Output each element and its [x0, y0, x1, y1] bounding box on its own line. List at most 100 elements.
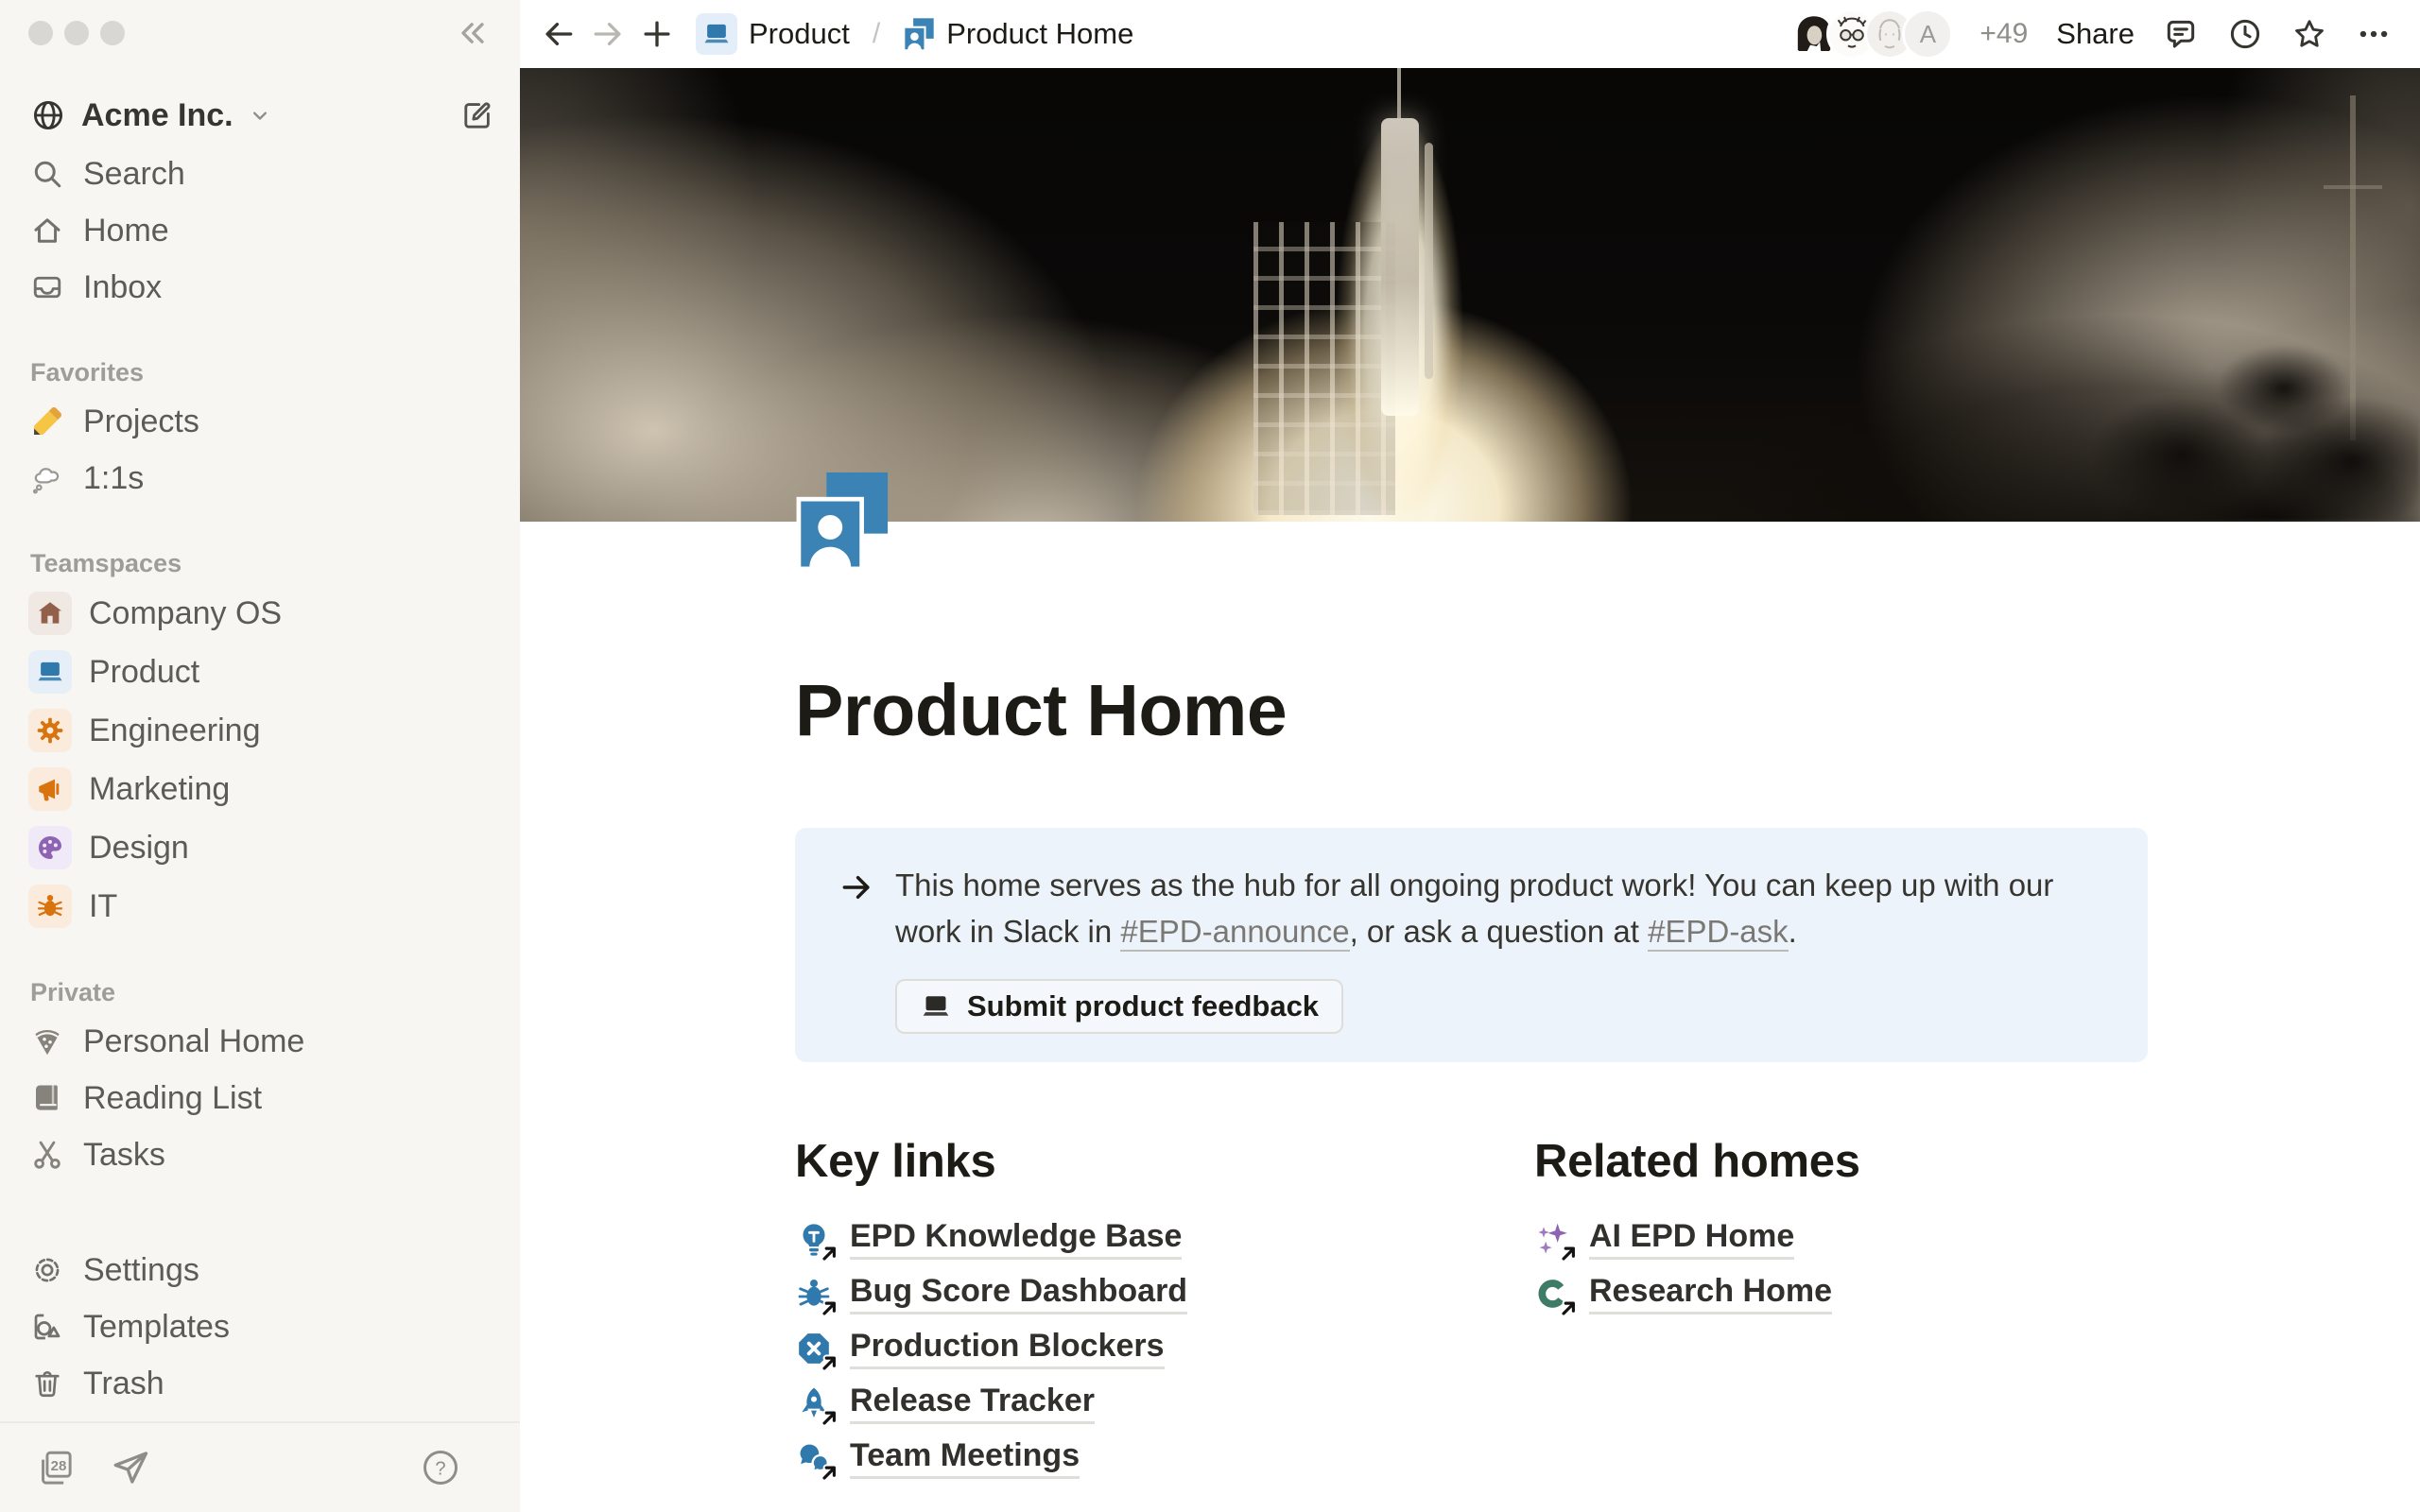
gear-icon — [30, 1253, 64, 1287]
sidebar-item-engineering[interactable]: Engineering — [0, 701, 520, 760]
breadcrumb-label: Product Home — [946, 17, 1133, 51]
lightbulb-icon — [795, 1220, 833, 1258]
comments-icon[interactable] — [2163, 16, 2199, 52]
octagon-x-icon — [795, 1330, 833, 1367]
sidebar-item-label: Inbox — [83, 269, 162, 306]
sidebar-item-marketing[interactable]: Marketing — [0, 760, 520, 818]
help-glyph: ? — [435, 1458, 445, 1479]
link-ai-epd-home[interactable]: AI EPD Home — [1534, 1211, 1860, 1266]
history-clock-icon[interactable] — [2227, 16, 2263, 52]
donut-chart-icon — [1534, 1275, 1572, 1313]
link-label: EPD Knowledge Base — [850, 1218, 1182, 1260]
sidebar-item-home[interactable]: Home — [0, 202, 520, 259]
private-section: Private Personal Home Reading List Tasks — [0, 971, 520, 1183]
link-bug-score-dashboard[interactable]: Bug Score Dashboard — [795, 1266, 1534, 1321]
link-label: Research Home — [1589, 1273, 1832, 1314]
sidebar-item-1-1s[interactable]: 1:1s — [0, 450, 520, 507]
bug-icon — [795, 1275, 833, 1313]
tree-silhouette — [1853, 219, 2420, 522]
sidebar-item-label: Settings — [83, 1252, 199, 1289]
avatar: A — [1902, 9, 1953, 60]
link-research-home[interactable]: Research Home — [1534, 1266, 1860, 1321]
sidebar-footer-nav: Settings Templates Trash — [0, 1242, 520, 1421]
palette-icon — [28, 826, 72, 869]
main-area: Product / Product Home — [520, 0, 2420, 1512]
slack-channel-link[interactable]: #EPD-ask — [1648, 914, 1789, 952]
avatar-stack[interactable]: A — [1790, 9, 1953, 60]
page-title[interactable]: Product Home — [795, 667, 2148, 754]
sidebar-item-reading-list[interactable]: Reading List — [0, 1070, 520, 1126]
sparkles-icon — [1534, 1220, 1572, 1258]
sidebar-item-company-os[interactable]: Company OS — [0, 584, 520, 643]
open-link-arrow-icon — [820, 1297, 840, 1318]
page-icon-contact-card[interactable] — [795, 469, 891, 576]
minimize-window-button[interactable] — [64, 21, 89, 45]
help-icon[interactable]: ? — [420, 1447, 461, 1488]
open-link-arrow-icon — [1559, 1297, 1580, 1318]
link-label: Team Meetings — [850, 1437, 1080, 1479]
calendar-icon[interactable]: 28 — [34, 1447, 76, 1488]
new-page-icon[interactable] — [459, 97, 495, 133]
section-label-private[interactable]: Private — [0, 971, 520, 1013]
link-label: Bug Score Dashboard — [850, 1273, 1187, 1314]
sidebar: Acme Inc. Search Home Inbox Favor — [0, 0, 520, 1512]
link-release-tracker[interactable]: Release Tracker — [795, 1376, 1534, 1431]
sidebar-item-it[interactable]: IT — [0, 877, 520, 936]
sidebar-item-label: Personal Home — [83, 1023, 304, 1060]
link-production-blockers[interactable]: Production Blockers — [795, 1321, 1534, 1376]
related-homes-column: Related homes AI EPD Home Res — [1534, 1134, 1860, 1486]
zoom-window-button[interactable] — [100, 21, 125, 45]
breadcrumb-product[interactable]: Product — [688, 9, 857, 59]
slack-channel-link[interactable]: #EPD-announce — [1120, 914, 1349, 952]
gear-icon — [28, 709, 72, 752]
sidebar-item-projects[interactable]: Projects — [0, 393, 520, 450]
submit-product-feedback-button[interactable]: Submit product feedback — [895, 979, 1343, 1034]
favorite-star-icon[interactable] — [2291, 16, 2327, 52]
sidebar-item-inbox[interactable]: Inbox — [0, 259, 520, 316]
megaphone-icon — [28, 767, 72, 811]
sidebar-item-tasks[interactable]: Tasks — [0, 1126, 520, 1183]
member-overflow-count[interactable]: +49 — [1979, 18, 2028, 50]
sidebar-item-design[interactable]: Design — [0, 818, 520, 877]
trash-icon — [30, 1366, 64, 1400]
sidebar-item-label: Home — [83, 213, 169, 249]
shapes-icon — [30, 1310, 64, 1344]
sidebar-item-search[interactable]: Search — [0, 146, 520, 202]
sidebar-item-templates[interactable]: Templates — [0, 1298, 520, 1355]
sidebar-item-product[interactable]: Product — [0, 643, 520, 701]
open-link-arrow-icon — [820, 1352, 840, 1373]
breadcrumb-label: Product — [749, 17, 850, 51]
arrow-right-icon — [838, 869, 874, 905]
workspace-switcher[interactable]: Acme Inc. — [0, 85, 520, 146]
send-icon[interactable] — [110, 1447, 151, 1488]
link-team-meetings[interactable]: Team Meetings — [795, 1431, 1534, 1486]
callout-block: This home serves as the hub for all ongo… — [795, 828, 2148, 1062]
add-page-icon[interactable] — [639, 16, 675, 52]
callout-text-part: , or ask a question at — [1350, 914, 1649, 949]
share-button[interactable]: Share — [2056, 17, 2135, 51]
sidebar-item-label: Templates — [83, 1309, 230, 1346]
chevron-down-icon — [247, 102, 273, 129]
close-window-button[interactable] — [28, 21, 53, 45]
thought-cloud-icon — [30, 461, 64, 495]
collapse-sidebar-icon[interactable] — [454, 14, 492, 52]
topbar: Product / Product Home — [520, 0, 2420, 68]
sidebar-item-personal-home[interactable]: Personal Home — [0, 1013, 520, 1070]
section-label-teamspaces[interactable]: Teamspaces — [0, 542, 520, 584]
more-options-icon[interactable] — [2356, 16, 2392, 52]
link-epd-knowledge-base[interactable]: EPD Knowledge Base — [795, 1211, 1534, 1266]
breadcrumb-product-home[interactable]: Product Home — [895, 13, 1141, 55]
open-link-arrow-icon — [820, 1407, 840, 1428]
sidebar-item-label: Engineering — [89, 713, 260, 749]
sidebar-item-label: 1:1s — [83, 460, 144, 497]
section-label-favorites[interactable]: Favorites — [0, 352, 520, 393]
back-icon[interactable] — [541, 16, 577, 52]
sidebar-item-trash[interactable]: Trash — [0, 1355, 520, 1412]
link-label: AI EPD Home — [1589, 1218, 1794, 1260]
forward-icon[interactable] — [590, 16, 626, 52]
sidebar-item-label: Search — [83, 156, 185, 193]
rocket-icon — [795, 1384, 833, 1422]
contact-card-icon — [903, 17, 935, 51]
sidebar-item-label: Design — [89, 830, 189, 867]
sidebar-item-settings[interactable]: Settings — [0, 1242, 520, 1298]
